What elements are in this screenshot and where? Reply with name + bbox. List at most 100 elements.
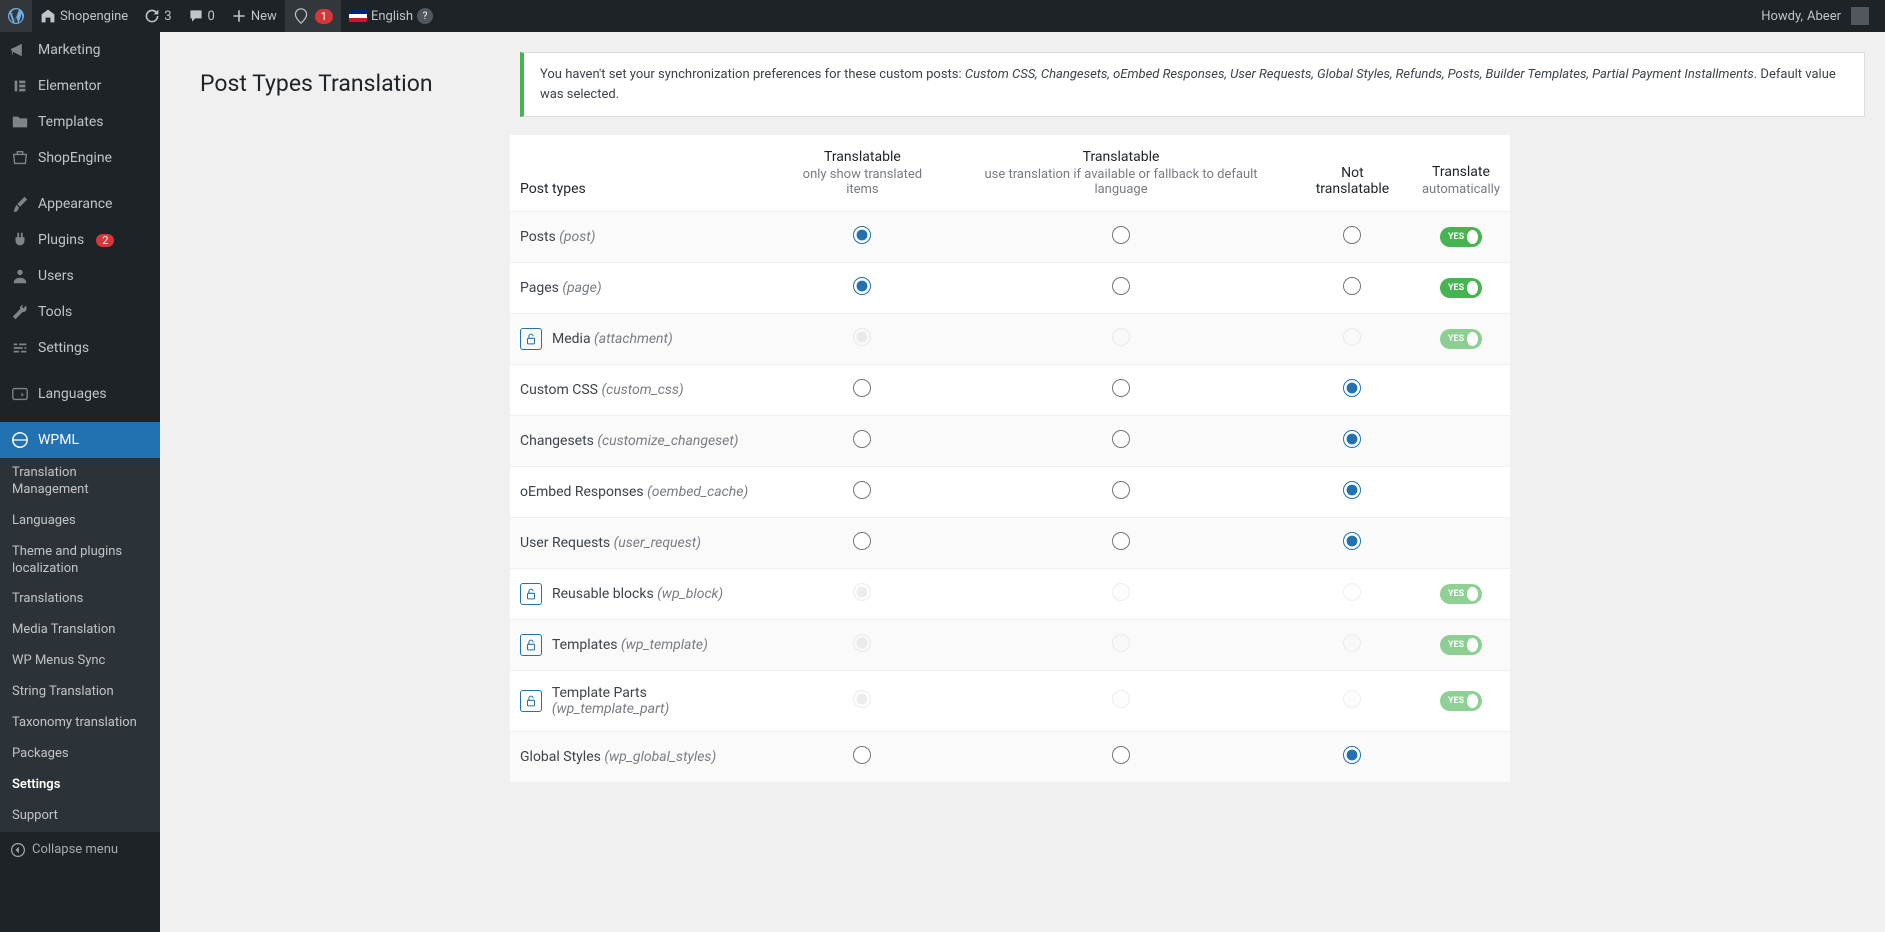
radio-opt-0[interactable] (853, 746, 871, 764)
sidebar-item-tools[interactable]: Tools (0, 294, 160, 330)
table-row: User Requests (user_request) (510, 518, 1510, 569)
post-types-table: Post types Translatableonly show transla… (510, 135, 1510, 782)
radio-opt-2[interactable] (1343, 532, 1361, 550)
sidebar-item-settings[interactable]: Settings (0, 330, 160, 366)
comments[interactable]: 0 (180, 0, 223, 32)
radio-opt-0[interactable] (853, 430, 871, 448)
admin-sidebar: Marketing Elementor Templates ShopEngine App… (0, 32, 160, 932)
lock-icon[interactable] (520, 690, 542, 712)
collapse-menu[interactable]: Collapse menu (0, 832, 160, 868)
howdy-account[interactable]: Howdy, Abeer (1753, 0, 1877, 32)
sidebar-item-marketing[interactable]: Marketing (0, 32, 160, 68)
radio-opt-1[interactable] (1112, 430, 1130, 448)
sidebar-item-label: Plugins (38, 232, 84, 248)
radio-opt-2[interactable] (1343, 226, 1361, 244)
new-content[interactable]: New (223, 0, 285, 32)
table-row: oEmbed Responses (oembed_cache) (510, 467, 1510, 518)
folder-icon (10, 112, 30, 132)
radio-opt-2 (1343, 583, 1361, 601)
sidebar-item-label: Users (38, 268, 74, 284)
post-type-name: Custom CSS (custom_css) (510, 365, 776, 416)
post-type-name: Media (attachment) (510, 314, 776, 365)
sidebar-item-wpml[interactable]: WPML (0, 422, 160, 458)
sidebar-item-languages[interactable]: Languages (0, 376, 160, 412)
radio-opt-2[interactable] (1343, 481, 1361, 499)
sidebar-item-templates[interactable]: Templates (0, 104, 160, 140)
lang-icon (10, 384, 30, 404)
post-type-name: Template Parts (wp_template_part) (510, 671, 776, 732)
table-row: Global Styles (wp_global_styles) (510, 732, 1510, 783)
language-switcher[interactable]: English? (341, 0, 441, 32)
wpml-sub-wp-menus-sync[interactable]: WP Menus Sync (0, 646, 160, 677)
table-row: Reusable blocks (wp_block)YES (510, 569, 1510, 620)
radio-opt-0[interactable] (853, 379, 871, 397)
wpml-sub-packages[interactable]: Packages (0, 739, 160, 770)
radio-opt-1 (1112, 690, 1130, 708)
translate-auto-toggle[interactable]: YES (1440, 227, 1482, 247)
radio-opt-0[interactable] (853, 481, 871, 499)
radio-opt-1[interactable] (1112, 746, 1130, 764)
wpml-sub-settings[interactable]: Settings (0, 770, 160, 801)
sidebar-item-appearance[interactable]: Appearance (0, 186, 160, 222)
col-translate-auto: Translateautomatically (1412, 135, 1510, 212)
radio-opt-2[interactable] (1343, 277, 1361, 295)
sidebar-item-label: Tools (38, 304, 72, 320)
wpml-sub-translation-management[interactable]: Translation Management (0, 458, 160, 506)
avatar (1851, 7, 1869, 25)
updates[interactable]: 3 (136, 0, 179, 32)
sliders-icon (10, 338, 30, 358)
radio-opt-1[interactable] (1112, 481, 1130, 499)
wpml-sub-media-translation[interactable]: Media Translation (0, 615, 160, 646)
radio-opt-2 (1343, 690, 1361, 708)
sidebar-item-plugins[interactable]: Plugins2 (0, 222, 160, 258)
site-home[interactable]: Shopengine (32, 0, 136, 32)
wpml-sub-translations[interactable]: Translations (0, 584, 160, 615)
radio-opt-2[interactable] (1343, 746, 1361, 764)
brush-icon (10, 194, 30, 214)
sync-notice: You haven't set your synchronization pre… (520, 52, 1865, 117)
radio-opt-0[interactable] (853, 532, 871, 550)
radio-opt-1[interactable] (1112, 532, 1130, 550)
radio-opt-1[interactable] (1112, 226, 1130, 244)
radio-opt-0[interactable] (853, 277, 871, 295)
wpml-sub-languages[interactable]: Languages (0, 506, 160, 537)
sidebar-item-label: Elementor (38, 78, 101, 94)
lock-icon[interactable] (520, 328, 542, 350)
wpml-sub-theme-and-plugins-localization[interactable]: Theme and plugins localization (0, 537, 160, 585)
sidebar-item-users[interactable]: Users (0, 258, 160, 294)
table-row: Posts (post)YES (510, 212, 1510, 263)
main-content: Post Types Translation You haven't set y… (160, 32, 1885, 782)
wpml-sub-support[interactable]: Support (0, 801, 160, 832)
radio-opt-2[interactable] (1343, 430, 1361, 448)
wpml-notifications[interactable]: 1 (285, 0, 341, 32)
sidebar-item-label: ShopEngine (38, 150, 112, 166)
radio-opt-1 (1112, 583, 1130, 601)
sidebar-item-elementor[interactable]: Elementor (0, 68, 160, 104)
radio-opt-2[interactable] (1343, 379, 1361, 397)
wpml-sub-taxonomy-translation[interactable]: Taxonomy translation (0, 708, 160, 739)
sidebar-item-label: Templates (38, 114, 104, 130)
lock-icon[interactable] (520, 583, 542, 605)
radio-opt-1[interactable] (1112, 379, 1130, 397)
sidebar-item-shopengine[interactable]: ShopEngine (0, 140, 160, 176)
col-post-types: Post types (510, 135, 776, 212)
elementor-icon (10, 76, 30, 96)
col-not-translatable: Not translatable (1293, 135, 1412, 212)
table-row: Custom CSS (custom_css) (510, 365, 1510, 416)
radio-opt-0[interactable] (853, 226, 871, 244)
table-row: Template Parts (wp_template_part)YES (510, 671, 1510, 732)
sidebar-item-label: Settings (38, 340, 89, 356)
translate-auto-toggle[interactable]: YES (1440, 278, 1482, 298)
col-translatable-only: Translatableonly show translated items (776, 135, 949, 212)
radio-opt-2 (1343, 328, 1361, 346)
post-type-name: Changesets (customize_changeset) (510, 416, 776, 467)
radio-opt-0 (853, 328, 871, 346)
plug-icon (10, 230, 30, 250)
radio-opt-1 (1112, 328, 1130, 346)
sidebar-item-label: Appearance (38, 196, 112, 212)
radio-opt-1[interactable] (1112, 277, 1130, 295)
post-type-name: Reusable blocks (wp_block) (510, 569, 776, 620)
lock-icon[interactable] (520, 634, 542, 656)
wp-logo[interactable] (0, 0, 32, 32)
wpml-sub-string-translation[interactable]: String Translation (0, 677, 160, 708)
